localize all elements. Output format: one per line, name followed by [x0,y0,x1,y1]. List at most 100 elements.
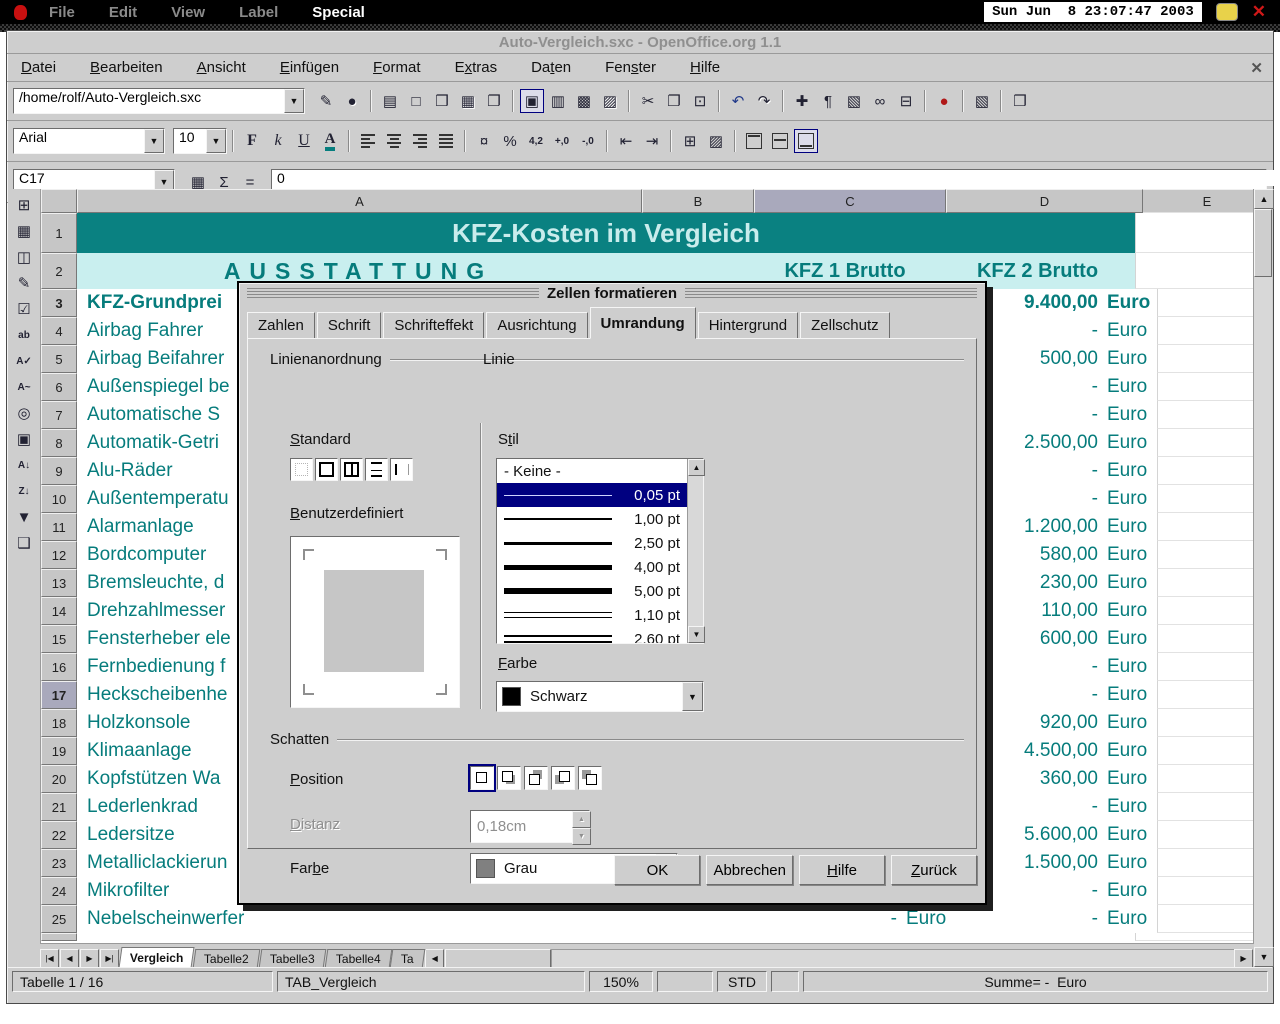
tab-zellschutz[interactable]: Zellschutz [800,312,890,339]
paste-icon[interactable]: ⊡ [688,89,712,113]
line-style-option[interactable]: 0,05 pt [497,483,687,507]
row-header-22[interactable]: 22 [41,821,77,849]
select-all-corner[interactable] [41,189,77,213]
add-decimal-icon[interactable]: +,0 [550,129,574,153]
cut-icon[interactable]: ✂ [636,89,660,113]
sheet-title-cell[interactable]: KFZ-Kosten im Vergleich [77,213,1135,253]
row-header-14[interactable]: 14 [41,597,77,625]
row-header-25[interactable]: 25 [41,905,77,933]
preset-box-button[interactable] [315,458,338,481]
save-all-icon[interactable]: ❐ [482,89,506,113]
open-template-icon[interactable]: ❒ [1008,89,1032,113]
bold-icon[interactable]: F [240,129,264,153]
align-top-icon[interactable] [742,129,766,153]
menu-format[interactable]: Format [369,57,425,78]
stop-loading-icon[interactable]: ● [340,89,364,113]
shadow-bottom-left-button[interactable] [551,766,575,790]
column-header-a[interactable]: A [77,189,642,213]
number-format-standard-icon[interactable]: 4,2 [524,129,548,153]
apple-logo-icon[interactable] [14,5,27,20]
font-name-dropdown-icon[interactable]: ▼ [144,129,164,153]
insert-icon[interactable]: ⊞ [12,193,37,217]
sheet-tab-tabelle3[interactable]: Tabelle3 [259,949,326,968]
zoom-field[interactable]: 150% [589,971,653,992]
cell[interactable] [1135,253,1272,289]
sheet-tab-ta[interactable]: Ta [390,949,425,968]
horizontal-scroll-track[interactable] [551,949,1234,968]
align-center-icon[interactable] [382,129,406,153]
row-header-7[interactable]: 7 [41,401,77,429]
tab-umrandung[interactable]: Umrandung [590,307,696,339]
row-header-4[interactable]: 4 [41,317,77,345]
column-header-b[interactable]: B [642,189,754,213]
hscroll-right-icon[interactable]: ▶ [1234,949,1253,968]
italic-icon[interactable]: k [266,129,290,153]
cell[interactable] [1135,213,1272,253]
vertical-scroll-track[interactable] [1254,277,1272,947]
tab-ausrichtung[interactable]: Ausrichtung [486,312,587,339]
mac-menu-edit[interactable]: Edit [109,4,137,21]
preset-none-button[interactable] [290,458,313,481]
sort-descending-icon[interactable]: Z↓ [12,479,37,503]
scroll-down-icon[interactable]: ▼ [1254,947,1274,967]
align-justify-icon[interactable] [434,129,458,153]
printer-settings-icon[interactable]: ▨ [598,89,622,113]
record-macro-icon[interactable]: ● [932,89,956,113]
row-header-20[interactable]: 20 [41,765,77,793]
row-header-17[interactable]: 17 [41,681,77,709]
shadow-distance-value[interactable]: 0,18cm [471,811,572,842]
next-sheet-icon[interactable]: ▶ [80,949,99,968]
menu-extras[interactable]: Extras [451,57,502,78]
row-header-24[interactable]: 24 [41,877,77,905]
print-icon[interactable]: ▩ [572,89,596,113]
new-document-icon[interactable]: □ [404,89,428,113]
row-header-18[interactable]: 18 [41,709,77,737]
mac-menu-view[interactable]: View [171,4,205,21]
tab-schrifteffekt[interactable]: Schrifteffekt [383,312,484,339]
scroll-up-icon[interactable]: ▲ [688,459,705,476]
preset-box-horizontal-button[interactable] [365,458,388,481]
menu-hilfe[interactable]: Hilfe [686,57,724,78]
cell[interactable] [650,905,760,933]
kfz2-value-cell[interactable]: -Euro [956,905,1157,933]
tab-schrift[interactable]: Schrift [317,312,382,339]
background-color-icon[interactable]: ▨ [704,129,728,153]
line-color-combo[interactable]: Schwarz ▼ [496,681,704,712]
row-header-9[interactable]: 9 [41,457,77,485]
help-button[interactable]: Hilfe [799,855,885,885]
group-icon[interactable]: ❑ [12,531,37,555]
ok-button[interactable]: OK [614,855,700,885]
edit-file-icon[interactable]: ✎ [314,89,338,113]
gallery-icon[interactable]: ▧ [842,89,866,113]
cell-reference-input[interactable] [14,170,164,186]
insert-cells-icon[interactable]: ▦ [12,219,37,243]
row-header-23[interactable]: 23 [41,849,77,877]
menu-einfügen[interactable]: Einfügen [276,57,343,78]
sort-ascending-icon[interactable]: A↓ [12,453,37,477]
first-sheet-icon[interactable]: |◀ [40,949,59,968]
menu-datei[interactable]: Datei [17,57,60,78]
sheet-tab-tabelle4[interactable]: Tabelle4 [324,949,391,968]
sheet-tab-tabelle2[interactable]: Tabelle2 [193,949,260,968]
draw-functions-icon[interactable]: ✎ [12,271,37,295]
row-header-15[interactable]: 15 [41,625,77,653]
delete-decimal-icon[interactable]: -,0 [576,129,600,153]
copy-icon[interactable]: ❐ [662,89,686,113]
row-header-1[interactable]: 1 [41,213,77,253]
line-style-option[interactable]: 1,00 pt [497,507,687,531]
mode-field[interactable]: STD [717,971,767,992]
horizontal-scroll-thumb[interactable] [445,949,551,968]
hyperlink-icon[interactable]: ∞ [868,89,892,113]
color-dropdown-icon[interactable]: ▼ [682,682,703,711]
line-style-listbox[interactable]: - Keine -0,05 pt1,00 pt2,50 pt4,00 pt5,0… [496,458,704,644]
undo-icon[interactable]: ↶ [726,89,750,113]
row-header-12[interactable]: 12 [41,541,77,569]
kfz1-value-cell[interactable]: -Euro [760,905,956,933]
mac-menu-file[interactable]: File [49,4,75,21]
spin-up-icon[interactable]: ▲ [572,811,591,828]
column-header-d[interactable]: D [946,189,1143,213]
preset-box-left-button[interactable] [390,458,413,481]
line-style-option[interactable]: - Keine - [497,459,687,483]
menu-ansicht[interactable]: Ansicht [193,57,250,78]
hscroll-left-icon[interactable]: ◀ [425,949,444,968]
